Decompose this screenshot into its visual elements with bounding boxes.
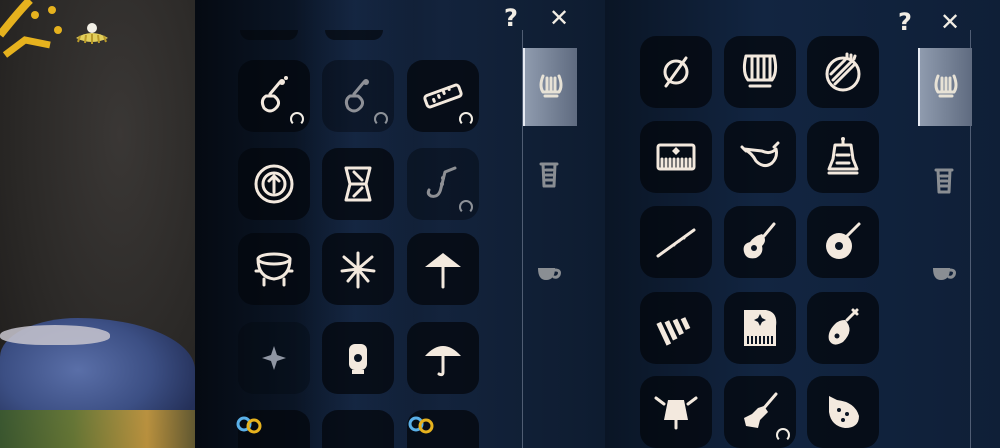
slot-cauldron[interactable] [238, 233, 310, 305]
slot-partial [325, 30, 383, 40]
firework-icon [340, 251, 376, 289]
pipa-icon [828, 308, 859, 345]
slot-lantern[interactable] [322, 322, 394, 394]
slot-partial-bottom[interactable] [322, 410, 394, 448]
slot-partial [240, 30, 298, 40]
cup-icon [933, 268, 956, 280]
lantern-icon [349, 344, 367, 374]
tall-drum-icon [344, 166, 372, 202]
slot-sparkle[interactable] [238, 322, 310, 394]
tab-instruments[interactable] [523, 48, 577, 126]
electric-guitar-icon [744, 392, 778, 428]
slot-bell[interactable] [807, 121, 879, 193]
slot-parasol[interactable] [407, 233, 479, 305]
handpan-icon [825, 52, 861, 92]
flower-icon [76, 23, 108, 44]
slot-mandolin[interactable] [807, 206, 879, 278]
tab-trash[interactable] [523, 134, 575, 212]
slot-hand-drum[interactable] [238, 148, 310, 220]
pond-rim [0, 325, 110, 345]
owned-indicator [290, 112, 304, 126]
slot-keyboard[interactable] [640, 121, 712, 193]
grass [0, 410, 210, 448]
flute-icon [656, 228, 696, 258]
none-icon [663, 56, 689, 88]
slot-horn[interactable] [724, 121, 796, 193]
mandolin-icon [826, 222, 861, 259]
slot-violin-2[interactable] [322, 60, 394, 132]
slot-violin[interactable] [238, 60, 310, 132]
slot-saxophone[interactable] [407, 148, 479, 220]
slot-firework[interactable] [322, 233, 394, 305]
trash-can-icon [934, 168, 954, 194]
lyre-icon [934, 74, 958, 98]
owned-indicator [459, 200, 473, 214]
harmonica-icon [423, 83, 463, 109]
tab-cup[interactable] [523, 232, 575, 310]
friend-badge-icon [408, 416, 434, 434]
parasol-icon [425, 253, 461, 289]
umbrella-icon [425, 346, 461, 377]
owned-indicator [776, 428, 790, 442]
help-button[interactable]: ? [498, 6, 524, 30]
slot-piano[interactable] [724, 292, 796, 364]
trash-can-icon [539, 162, 559, 188]
tab-trash-right[interactable] [918, 140, 970, 218]
lyre-icon [539, 74, 563, 98]
horn-icon [740, 141, 780, 168]
tab-cup-right[interactable] [918, 232, 970, 310]
sun-motif-icon [0, 0, 62, 58]
slot-lyre[interactable] [724, 36, 796, 108]
lyre-icon [742, 54, 778, 88]
close-button[interactable]: ✕ [546, 6, 572, 30]
slot-guitar[interactable] [724, 206, 796, 278]
slot-umbrella[interactable] [407, 322, 479, 394]
close-button-right[interactable]: ✕ [937, 10, 963, 34]
violin-icon [260, 76, 288, 113]
slot-pipa[interactable] [807, 292, 879, 364]
slot-xylophone[interactable] [640, 292, 712, 364]
slot-winged-bell[interactable] [640, 376, 712, 448]
slot-tall-drum[interactable] [322, 148, 394, 220]
cup-icon [538, 268, 561, 280]
ocarina-icon [829, 396, 859, 428]
slot-harmonica[interactable] [407, 60, 479, 132]
slot-none[interactable] [640, 36, 712, 108]
slot-electric-guitar[interactable] [724, 376, 796, 448]
guitar-icon [743, 222, 776, 259]
owned-indicator [374, 112, 388, 126]
keyboard-icon [656, 143, 696, 171]
bell-icon [827, 137, 859, 175]
help-button-right[interactable]: ? [892, 10, 918, 34]
cauldron-icon [254, 252, 294, 287]
slot-flute[interactable] [640, 206, 712, 278]
hand-drum-icon [254, 164, 294, 204]
tab-instruments-right[interactable] [918, 48, 972, 126]
friend-badge-icon [236, 416, 262, 434]
saxophone-icon [426, 166, 457, 198]
slot-handpan[interactable] [807, 36, 879, 108]
xylophone-icon [656, 317, 691, 346]
sparkle-icon [262, 346, 286, 370]
piano-icon [744, 310, 777, 346]
violin-icon [344, 79, 369, 113]
winged-bell-icon [654, 396, 698, 430]
slot-ocarina[interactable] [807, 376, 879, 448]
owned-indicator [459, 112, 473, 126]
